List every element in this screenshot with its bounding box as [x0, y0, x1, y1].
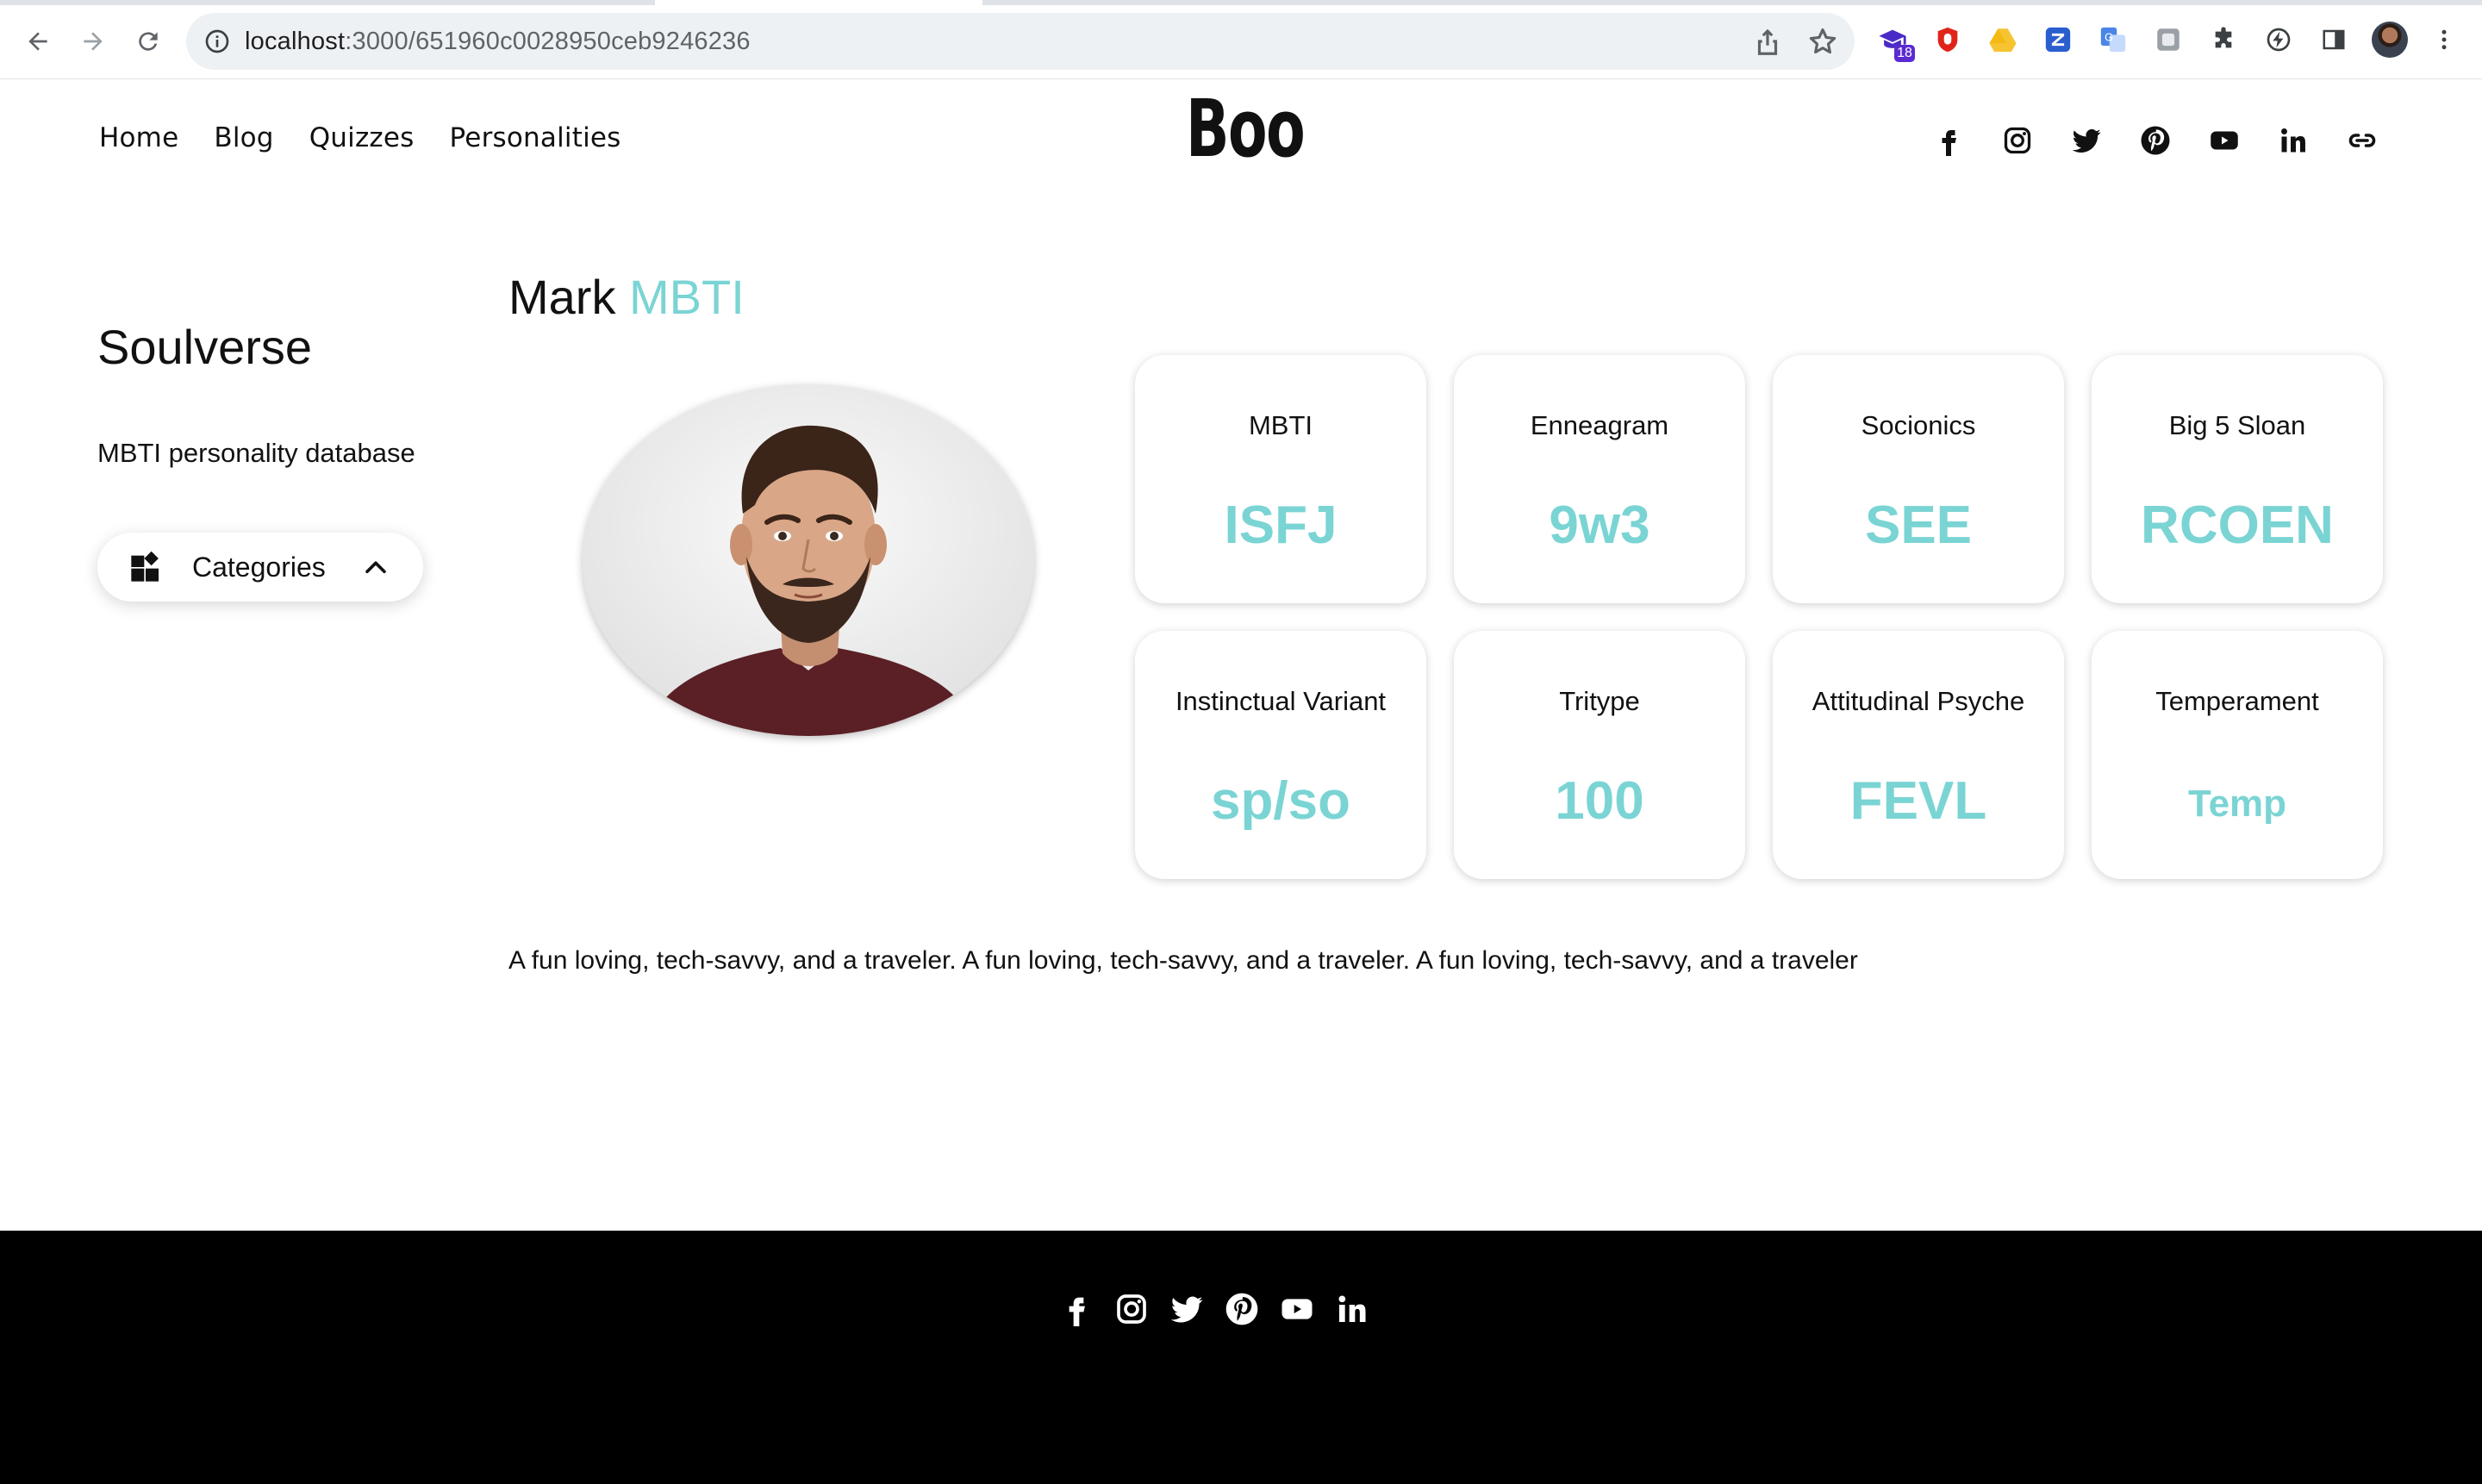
pinterest-icon[interactable] [1224, 1291, 1260, 1327]
profile-avatar[interactable] [2372, 22, 2408, 58]
share-icon[interactable] [1751, 25, 1784, 58]
card-socionics[interactable]: Socionics SEE [1773, 355, 2064, 603]
side-panel-icon[interactable] [2317, 22, 2351, 57]
chevron-up-icon [365, 561, 386, 574]
sidebar-title: Soulverse [97, 320, 313, 374]
header-social-links [1930, 122, 2380, 159]
bookmark-star-icon[interactable] [1806, 25, 1839, 58]
twitter-icon[interactable] [1169, 1291, 1205, 1327]
info-icon[interactable] [203, 28, 231, 55]
nav-home[interactable]: Home [99, 122, 178, 153]
nav-quizzes[interactable]: Quizzes [309, 122, 415, 153]
z-extension-icon[interactable] [2041, 22, 2075, 57]
graduation-cap-extension-icon[interactable]: 18 [1875, 22, 1915, 62]
card-mbti[interactable]: MBTI ISFJ [1135, 355, 1426, 603]
card-value: Temp [2187, 783, 2287, 825]
profile-type-word: MBTI [629, 270, 745, 324]
boo-logo[interactable]: Boo [1186, 90, 1306, 169]
dashboard-grid-icon [131, 551, 159, 582]
drive-extension-icon[interactable] [1986, 22, 2020, 57]
youtube-icon[interactable] [1279, 1291, 1315, 1327]
puzzle-extension-icon[interactable] [2206, 22, 2241, 57]
card-value: RCOEN [2141, 496, 2334, 555]
grey-extension-icon[interactable] [2151, 22, 2186, 57]
card-value: sp/so [1211, 771, 1350, 831]
personality-cards-grid: MBTI ISFJ Enneagram 9w3 Socionics SEE Bi… [1135, 355, 2385, 882]
svg-text:G: G [2105, 30, 2113, 43]
card-label: Tritype [1559, 686, 1640, 716]
profile-name: Mark [508, 270, 616, 324]
card-value: FEVL [1849, 771, 1987, 831]
url-text[interactable]: localhost:3000/651960c0028950ceb9246236 [245, 28, 751, 56]
card-big5-sloan[interactable]: Big 5 Sloan RCOEN [2092, 355, 2383, 603]
card-label: MBTI [1248, 410, 1313, 440]
profile-photo [583, 384, 1034, 736]
reload-button[interactable] [131, 24, 165, 59]
card-temperament[interactable]: Temperament Temp [2092, 631, 2383, 879]
portrait-illustration [583, 384, 1034, 736]
nav-personalities[interactable]: Personalities [450, 122, 621, 153]
categories-button[interactable]: Categories [97, 533, 423, 602]
bolt-extension-icon[interactable] [2261, 22, 2296, 57]
tab-strip [0, 0, 2482, 5]
card-label: Temperament [2155, 686, 2319, 716]
forward-button[interactable] [76, 24, 110, 59]
back-button[interactable] [21, 24, 55, 59]
pinterest-icon[interactable] [2137, 122, 2173, 159]
card-instinctual-variant[interactable]: Instinctual Variant sp/so [1135, 631, 1426, 879]
instagram-icon[interactable] [1999, 122, 2036, 159]
shield-extension-icon[interactable] [1930, 22, 1965, 57]
card-value: SEE [1864, 496, 1973, 555]
linkedin-icon[interactable] [2275, 122, 2311, 159]
profile-description: A fun loving, tech-savvy, and a traveler… [508, 946, 1858, 975]
card-label: Big 5 Sloan [2168, 410, 2306, 440]
card-attitudinal-psyche[interactable]: Attitudinal Psyche FEVL [1773, 631, 2064, 879]
translate-extension-icon[interactable]: G [2096, 22, 2130, 57]
card-value: 9w3 [1549, 496, 1650, 555]
card-value: ISFJ [1224, 496, 1338, 555]
address-bar[interactable]: localhost:3000/651960c0028950ceb9246236 [186, 13, 1855, 70]
twitter-icon[interactable] [2068, 122, 2105, 159]
categories-label: Categories [192, 552, 326, 583]
facebook-icon[interactable] [1930, 122, 1967, 159]
link-icon[interactable] [2344, 122, 2380, 159]
facebook-icon[interactable] [1058, 1291, 1094, 1327]
card-value: 100 [1555, 771, 1644, 831]
main-nav: Home Blog Quizzes Personalities [99, 122, 621, 153]
profile-title: Mark MBTI [508, 269, 745, 325]
youtube-icon[interactable] [2206, 122, 2242, 159]
reload-icon [139, 32, 158, 51]
arrow-right-icon [84, 32, 103, 51]
card-label: Enneagram [1530, 410, 1669, 440]
card-tritype[interactable]: Tritype 100 [1454, 631, 1745, 879]
linkedin-icon[interactable] [1334, 1291, 1370, 1327]
card-label: Attitudinal Psyche [1812, 686, 2025, 716]
footer-social-links [1058, 1291, 1370, 1327]
browser-toolbar: localhost:3000/651960c0028950ceb9246236 … [0, 0, 2482, 79]
active-tab[interactable] [655, 0, 982, 5]
card-label: Socionics [1861, 410, 1976, 440]
card-enneagram[interactable]: Enneagram 9w3 [1454, 355, 1745, 603]
instagram-icon[interactable] [1113, 1291, 1150, 1327]
kebab-menu-icon[interactable] [2427, 22, 2461, 57]
sidebar-subtitle: MBTI personality database [97, 438, 415, 468]
card-label: Instinctual Variant [1175, 686, 1387, 716]
footer [0, 1231, 2482, 1484]
nav-blog[interactable]: Blog [214, 122, 273, 153]
arrow-left-icon [28, 32, 47, 51]
